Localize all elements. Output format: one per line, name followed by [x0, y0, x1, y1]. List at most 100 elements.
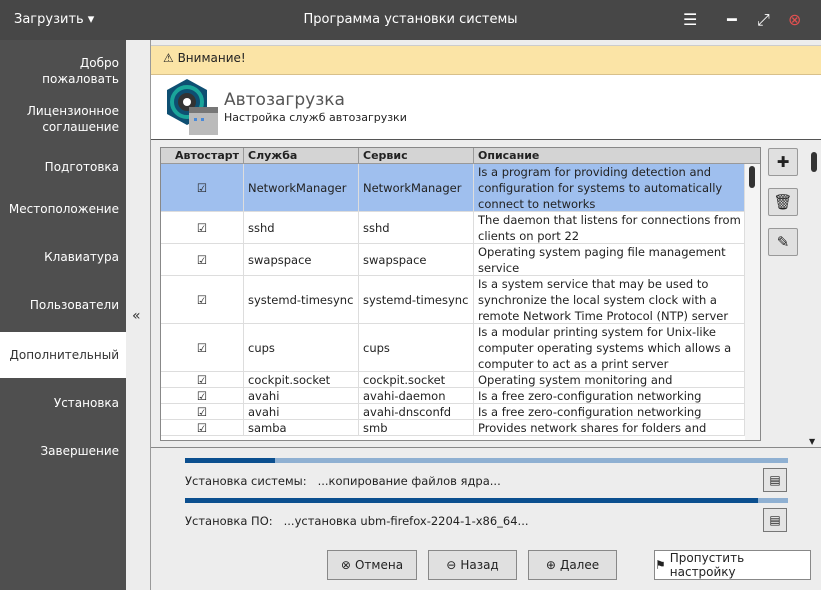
column-header-service[interactable]: Служба — [244, 148, 359, 164]
collapse-sidebar-button[interactable]: « — [126, 40, 151, 590]
autostart-checkbox[interactable]: ☑ — [161, 388, 244, 403]
column-header-description[interactable]: Описание — [474, 148, 760, 164]
close-icon[interactable]: ⊗ — [788, 10, 801, 29]
cell-desc: Is a free zero-configuration networking … — [474, 404, 745, 419]
software-progress-text: Установка ПО: ...установка ubm-firefox-2… — [185, 514, 529, 528]
autostart-logo-icon — [167, 79, 218, 135]
sidebar-item[interactable]: Дополнительный — [0, 332, 126, 378]
cancel-button[interactable]: ⊗ Отмена — [327, 550, 417, 580]
log-icon: ▤ — [769, 473, 781, 487]
cell-unit: cups — [359, 324, 474, 371]
autostart-checkbox[interactable]: ☑ — [161, 420, 244, 435]
sidebar-item[interactable]: Лицензионное соглашение — [0, 96, 126, 142]
column-header-autostart[interactable]: Автостарт — [161, 148, 244, 164]
arrow-left-icon: ⊖ — [446, 558, 457, 572]
cell-desc: Is a modular printing system for Unix-li… — [474, 324, 745, 371]
autostart-checkbox[interactable]: ☑ — [161, 276, 244, 323]
sidebar: Добро пожаловать Лицензионное соглашение П… — [0, 40, 126, 590]
add-service-button[interactable]: ✚ — [768, 148, 798, 176]
delete-service-button[interactable]: 🗑 — [768, 188, 798, 216]
table-row[interactable]: ☑ sshd sshd The daemon that listens for con… — [161, 212, 745, 244]
trash-icon: 🗑 — [773, 193, 793, 211]
autostart-checkbox[interactable]: ☑ — [161, 404, 244, 419]
flag-icon: ⚑ — [655, 558, 666, 572]
skip-setup-button[interactable]: ⚑ Пропустить настройку — [654, 550, 811, 580]
autostart-checkbox[interactable]: ☑ — [161, 372, 244, 387]
services-table: Автостарт Служба Сервис Описание ☑ Networ… — [160, 147, 761, 441]
cell-unit: smb — [359, 420, 474, 435]
cell-service: avahi — [244, 388, 359, 403]
cell-unit: NetworkManager — [359, 164, 474, 211]
warning-text: Внимание! — [177, 51, 246, 65]
page-subtitle: Настройка служб автозагрузки — [224, 111, 407, 124]
cell-service: cups — [244, 324, 359, 371]
cell-desc: The daemon that listens for connections … — [474, 212, 745, 243]
sidebar-item[interactable]: Пользователи — [0, 282, 126, 328]
software-log-button[interactable]: ▤ — [763, 508, 787, 532]
cell-unit: systemd-timesync — [359, 276, 474, 323]
cell-service: cockpit.socket — [244, 372, 359, 387]
log-icon: ▤ — [769, 513, 781, 527]
arrow-right-icon: ⊕ — [545, 558, 556, 572]
warning-icon: ⚠ — [163, 51, 178, 65]
back-button[interactable]: ⊖ Назад — [428, 550, 517, 580]
sidebar-item[interactable]: Местоположение — [0, 186, 126, 232]
cell-unit: avahi-daemon — [359, 388, 474, 403]
autostart-checkbox[interactable]: ☑ — [161, 244, 244, 275]
sidebar-item[interactable]: Подготовка — [0, 144, 126, 190]
cell-desc: Is a free zero-configuration networking … — [474, 388, 745, 403]
page-title: Автозагрузка — [224, 90, 345, 110]
sidebar-item[interactable]: Добро пожаловать — [0, 48, 126, 94]
double-chevron-left-icon: « — [132, 308, 141, 324]
page-scrollbar[interactable]: ▼ — [808, 148, 821, 446]
plus-icon: ✚ — [776, 153, 790, 171]
main-panel: ⚠ Внимание! Автозагрузка Настройка служб… — [151, 40, 821, 590]
autostart-checkbox[interactable]: ☑ — [161, 212, 244, 243]
hamburger-menu-icon[interactable]: ☰ — [683, 10, 697, 29]
cancel-icon: ⊗ — [340, 558, 351, 572]
table-row[interactable]: ☑ NetworkManager NetworkManager Is a progra… — [161, 164, 745, 212]
cell-desc: Operating system paging file management … — [474, 244, 745, 275]
table-row[interactable]: ☑ avahi avahi-daemon Is a free zero-configu… — [161, 388, 745, 404]
sidebar-item[interactable]: Установка — [0, 380, 126, 426]
cell-desc: Provides network shares for folders and … — [474, 420, 745, 435]
title-bar: Загрузить ▾ Программа установки системы … — [0, 0, 821, 40]
system-progress-bar — [185, 458, 788, 463]
cell-desc: Is a system service that may be used to … — [474, 276, 745, 323]
cell-desc: Is a program for providing detection and… — [474, 164, 745, 211]
warning-banner: ⚠ Внимание! — [151, 45, 821, 75]
sidebar-item[interactable]: Завершение — [0, 428, 126, 474]
cell-service: avahi — [244, 404, 359, 419]
cell-service: swapspace — [244, 244, 359, 275]
window-title: Программа установки системы — [303, 12, 518, 27]
table-row[interactable]: ☑ samba smb Provides network shares for fol… — [161, 420, 745, 436]
table-row[interactable]: ☑ cockpit.socket cockpit.socket Operating s… — [161, 372, 745, 388]
cell-desc: Operating system monitoring and manageme… — [474, 372, 745, 387]
column-header-unit[interactable]: Сервис — [359, 148, 474, 164]
table-row[interactable]: ☑ cups cups Is a modular printing system fo… — [161, 324, 745, 372]
table-scrollbar[interactable] — [745, 164, 760, 440]
table-row[interactable]: ☑ avahi avahi-dnsconfd Is a free zero-confi… — [161, 404, 745, 420]
minimize-icon[interactable]: ━ — [727, 10, 737, 29]
maximize-icon[interactable]: ⤢ — [757, 10, 770, 30]
sidebar-item[interactable]: Клавиатура — [0, 234, 126, 280]
cell-unit: sshd — [359, 212, 474, 243]
cell-service: sshd — [244, 212, 359, 243]
cell-service: samba — [244, 420, 359, 435]
system-log-button[interactable]: ▤ — [763, 468, 787, 492]
software-progress-bar — [185, 498, 788, 503]
autostart-checkbox[interactable]: ☑ — [161, 324, 244, 371]
system-progress-text: Установка системы: ...копирование файлов… — [185, 474, 501, 488]
cell-unit: cockpit.socket — [359, 372, 474, 387]
autostart-checkbox[interactable]: ☑ — [161, 164, 244, 211]
pencil-icon: ✎ — [776, 233, 790, 251]
table-row[interactable]: ☑ systemd-timesync systemd-timesync Is a sy… — [161, 276, 745, 324]
scrollbar-thumb[interactable] — [749, 166, 755, 188]
edit-service-button[interactable]: ✎ — [768, 228, 798, 256]
cell-service: systemd-timesync — [244, 276, 359, 323]
load-menu[interactable]: Загрузить ▾ — [14, 12, 94, 27]
next-button[interactable]: ⊕ Далее — [528, 550, 617, 580]
cell-unit: swapspace — [359, 244, 474, 275]
cell-unit: avahi-dnsconfd — [359, 404, 474, 419]
table-row[interactable]: ☑ swapspace swapspace Operating system pagi… — [161, 244, 745, 276]
